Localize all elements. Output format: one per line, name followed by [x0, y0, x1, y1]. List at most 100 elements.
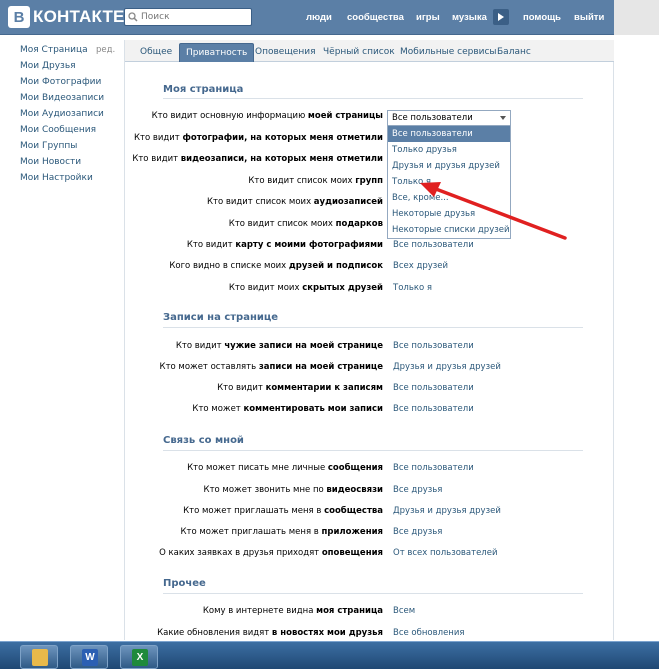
section-divider	[163, 98, 583, 99]
sidebar-item-my-page[interactable]: Моя Страница ред.	[20, 42, 120, 58]
privacy-row: Кто видит комментарии к записям Все польз…	[125, 383, 614, 397]
tab-blacklist[interactable]: Чёрный список	[317, 43, 401, 62]
privacy-row: Кому в интернете видна моя страница Всем	[125, 606, 614, 620]
privacy-row: О каких заявках в друзья приходят оповещ…	[125, 548, 614, 562]
nav-games[interactable]: игры	[416, 12, 440, 23]
privacy-row: Кто видит список моих аудиозаписей	[125, 197, 614, 211]
search-input[interactable]	[141, 10, 246, 24]
row-label: Кто может приглашать меня в приложения	[180, 527, 383, 537]
search-icon	[128, 12, 138, 22]
sidebar-item-friends[interactable]: Мои Друзья	[20, 58, 120, 74]
row-label: Кто может приглашать меня в сообщества	[183, 506, 383, 516]
chevron-down-icon	[500, 116, 506, 120]
dropdown-option[interactable]: Только я	[388, 174, 510, 190]
row-label: Кто может писать мне личные сообщения	[187, 463, 383, 473]
privacy-value-link[interactable]: Все друзья	[393, 485, 442, 495]
privacy-row: Кто может приглашать меня в приложения Вс…	[125, 527, 614, 541]
row-label: Кто видит моих скрытых друзей	[228, 283, 383, 293]
privacy-row: Кто может комментировать мои записи Все п…	[125, 404, 614, 418]
privacy-row: Кто может звонить мне по видеосвязи Все д…	[125, 485, 614, 499]
dropdown-option[interactable]: Все, кроме...	[388, 190, 510, 206]
edit-link[interactable]: ред.	[96, 42, 115, 58]
left-sidebar: Моя Страница ред. Мои Друзья Мои Фотограф…	[20, 42, 120, 186]
tab-balance[interactable]: Баланс	[491, 43, 537, 62]
sidebar-item-groups[interactable]: Мои Группы	[20, 138, 120, 154]
row-label: Кто видит видеозаписи, на которых меня о…	[132, 154, 383, 164]
sidebar-item-label: Моя Страница	[20, 45, 88, 55]
privacy-row: Кто видит чужие записи на моей странице В…	[125, 341, 614, 355]
privacy-value-link[interactable]: Все пользователи	[393, 383, 474, 393]
dropdown-option[interactable]: Друзья и друзья друзей	[388, 158, 510, 174]
row-label: Кто может звонить мне по видеосвязи	[203, 485, 383, 495]
sidebar-item-photos[interactable]: Мои Фотографии	[20, 74, 120, 90]
settings-panel: Общее Приватность Оповещения Чёрный спис…	[124, 40, 614, 640]
row-label: Кто видит основную информацию моей стран…	[151, 111, 383, 121]
logo-letter: В	[8, 6, 30, 28]
section-title-wall: Записи на странице	[163, 312, 279, 323]
section-divider	[163, 593, 583, 594]
row-label: Кто видит список моих аудиозаписей	[206, 197, 383, 207]
taskbar-button-outlook[interactable]	[20, 645, 58, 669]
settings-tabs: Общее Приватность Оповещения Чёрный спис…	[125, 40, 614, 62]
sidebar-item-settings[interactable]: Мои Настройки	[20, 170, 120, 186]
privacy-value-link[interactable]: Все пользователи	[393, 240, 474, 250]
privacy-row: Кого видно в списке моих друзей и подпис…	[125, 261, 614, 275]
tab-notifications[interactable]: Оповещения	[249, 43, 321, 62]
privacy-value-link[interactable]: Все друзья	[393, 527, 442, 537]
sidebar-item-messages[interactable]: Мои Сообщения	[20, 122, 120, 138]
privacy-value-link[interactable]: Все пользователи	[393, 341, 474, 351]
dropdown-option[interactable]: Некоторые друзья	[388, 206, 510, 222]
dropdown-option[interactable]: Все пользователи	[388, 126, 510, 142]
nav-people[interactable]: люди	[306, 12, 332, 23]
tab-general[interactable]: Общее	[134, 43, 178, 62]
privacy-row: Кто видит список моих групп	[125, 176, 614, 190]
taskbar-button-word[interactable]: W	[70, 645, 108, 669]
tab-privacy[interactable]: Приватность	[179, 43, 255, 62]
windows-taskbar: W X	[0, 641, 659, 669]
sidebar-item-news[interactable]: Мои Новости	[20, 154, 120, 170]
privacy-value-link[interactable]: Все пользователи	[393, 463, 474, 473]
privacy-row: Кто может оставлять записи на моей стран…	[125, 362, 614, 376]
row-label: О каких заявках в друзья приходят оповещ…	[159, 548, 383, 558]
privacy-value-link[interactable]: Всех друзей	[393, 261, 448, 271]
outlook-icon	[32, 649, 48, 666]
row-label: Кто видит комментарии к записям	[217, 383, 383, 393]
tab-mobile[interactable]: Мобильные сервисы	[394, 43, 503, 62]
word-icon: W	[82, 649, 98, 666]
vk-logo[interactable]: В КОНТАКТЕ	[8, 6, 125, 28]
row-label: Кто может комментировать мои записи	[192, 404, 383, 414]
privacy-row: Кто видит карту с моими фотографиями Все …	[125, 240, 614, 254]
privacy-dropdown[interactable]: Все пользователи Все пользователи Только…	[387, 110, 511, 239]
logo-text: КОНТАКТЕ	[33, 7, 125, 26]
search-box[interactable]	[124, 8, 252, 26]
privacy-value-link[interactable]: Все обновления	[393, 628, 465, 638]
row-label: Кто видит список моих групп	[248, 176, 383, 186]
taskbar-button-excel[interactable]: X	[120, 645, 158, 669]
privacy-value-link[interactable]: От всех пользователей	[393, 548, 498, 558]
privacy-row: Какие обновления видят в новостях мои др…	[125, 628, 614, 642]
music-play-button[interactable]	[493, 9, 509, 25]
dropdown-option[interactable]: Только друзья	[388, 142, 510, 158]
top-header: В КОНТАКТЕ люди сообщества игры музыка п…	[0, 0, 659, 35]
sidebar-item-audio[interactable]: Мои Аудиозаписи	[20, 106, 120, 122]
privacy-value-link[interactable]: Только я	[393, 283, 432, 293]
nav-help[interactable]: помощь	[523, 12, 561, 23]
nav-communities[interactable]: сообщества	[347, 12, 404, 23]
privacy-row: Кто видит моих скрытых друзей Только я	[125, 283, 614, 297]
dropdown-select[interactable]: Все пользователи	[387, 110, 511, 126]
privacy-value-link[interactable]: Друзья и друзья друзей	[393, 362, 501, 372]
privacy-value-link[interactable]: Друзья и друзья друзей	[393, 506, 501, 516]
sidebar-item-videos[interactable]: Мои Видеозаписи	[20, 90, 120, 106]
nav-music[interactable]: музыка	[452, 12, 487, 23]
row-label: Кто видит карту с моими фотографиями	[186, 240, 383, 250]
row-label: Какие обновления видят в новостях мои др…	[157, 628, 383, 638]
row-label: Кто может оставлять записи на моей стран…	[159, 362, 383, 372]
window-edge	[614, 0, 659, 35]
section-title-other: Прочее	[163, 578, 206, 589]
dropdown-option[interactable]: Некоторые списки друзей	[388, 222, 510, 238]
nav-logout[interactable]: выйти	[574, 12, 604, 23]
privacy-value-link[interactable]: Всем	[393, 606, 415, 616]
privacy-value-link[interactable]: Все пользователи	[393, 404, 474, 414]
row-label: Кто видит список моих подарков	[228, 219, 383, 229]
row-label: Кто видит фотографии, на которых меня от…	[133, 133, 383, 143]
